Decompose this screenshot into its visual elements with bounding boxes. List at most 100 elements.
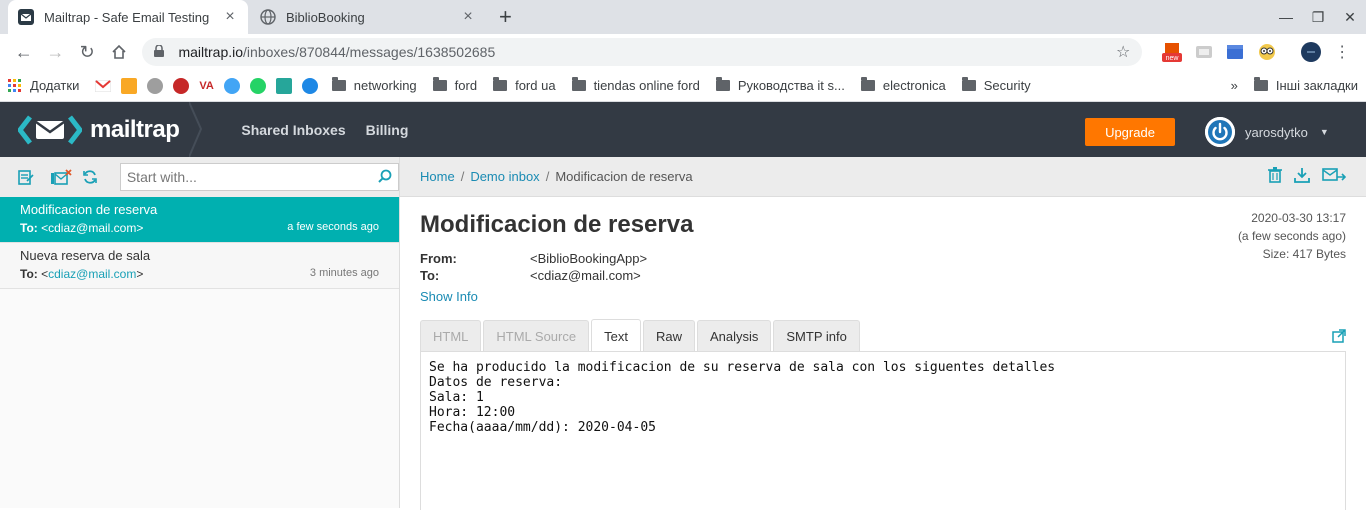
- other-bookmarks-folder[interactable]: Інші закладки: [1253, 77, 1358, 93]
- username: yarosdytko: [1245, 124, 1308, 140]
- whatsapp-bookmark-icon[interactable]: [249, 77, 266, 94]
- tab-text[interactable]: Text: [591, 319, 641, 352]
- bookmark-folder-ford-ua[interactable]: ford ua: [493, 77, 556, 93]
- bookmark-folder-tiendas[interactable]: tiendas online ford: [571, 77, 700, 93]
- forward-icon[interactable]: →: [40, 36, 72, 68]
- message-text-body: Se ha producido la modificacion de su re…: [420, 351, 1346, 510]
- extension-mail-icon[interactable]: [1188, 38, 1220, 66]
- lock-icon: [154, 43, 168, 60]
- close-window-icon[interactable]: ✕: [1334, 9, 1366, 26]
- extension-new-icon[interactable]: new: [1156, 38, 1188, 66]
- mark-read-icon[interactable]: [18, 169, 40, 185]
- browser-tab-mailtrap[interactable]: Mailtrap - Safe Email Testing ×: [8, 0, 248, 34]
- gmail-bookmark-icon[interactable]: [95, 79, 112, 92]
- bookmark-star-icon[interactable]: ☆: [1116, 42, 1130, 62]
- mailtrap-logo[interactable]: mailtrap: [17, 114, 180, 145]
- show-info-link[interactable]: Show Info: [420, 289, 478, 304]
- from-value: <BiblioBookingApp>: [530, 251, 648, 266]
- tab-analysis[interactable]: Analysis: [696, 320, 772, 352]
- main-area: Modificacion de reserva To: <cdiaz@mail.…: [0, 157, 1366, 510]
- nav-billing[interactable]: Billing: [366, 122, 409, 138]
- window-controls: — ❐ ✕: [1270, 0, 1366, 34]
- message-size: Size: 417 Bytes: [1262, 247, 1346, 261]
- header-nav: Shared Inboxes Billing: [241, 122, 428, 138]
- home-icon[interactable]: [103, 36, 135, 68]
- refresh-icon[interactable]: [82, 169, 104, 185]
- forward-mail-icon[interactable]: [1322, 167, 1346, 183]
- star-bookmark-icon[interactable]: [173, 77, 190, 94]
- upgrade-button[interactable]: Upgrade: [1085, 118, 1175, 146]
- browser-tab-title: BiblioBooking: [286, 9, 365, 25]
- extension-box-icon[interactable]: [1220, 38, 1252, 66]
- globe-icon: [260, 9, 276, 25]
- breadcrumb-inbox[interactable]: Demo inbox: [470, 169, 539, 184]
- folder-icon: [961, 77, 976, 91]
- browser-menu-icon[interactable]: ⋮: [1326, 38, 1358, 66]
- close-tab-icon[interactable]: ×: [460, 9, 476, 25]
- mailtrap-logo-icon: [17, 114, 83, 145]
- breadcrumb-current: Modificacion de reserva: [555, 169, 693, 184]
- trash-icon[interactable]: [1268, 167, 1282, 183]
- download-icon[interactable]: [1294, 167, 1310, 183]
- bookmarks-overflow-icon[interactable]: »: [1231, 78, 1238, 93]
- tab-html[interactable]: HTML: [420, 320, 482, 352]
- bookmark-folder-electronica[interactable]: electronica: [860, 77, 946, 93]
- clear-inbox-icon[interactable]: [50, 169, 72, 185]
- message-detail-panel: Home / Demo inbox / Modificacion de rese…: [400, 157, 1366, 510]
- address-bar[interactable]: mailtrap.io/inboxes/870844/messages/1638…: [142, 38, 1143, 66]
- tab-html-source[interactable]: HTML Source: [483, 320, 590, 352]
- tab-raw[interactable]: Raw: [642, 320, 695, 352]
- folder-icon: [331, 77, 346, 91]
- from-field: From: <BiblioBookingApp>: [420, 251, 648, 266]
- bookmark-folder-rukovodstva[interactable]: Руководства it s...: [715, 77, 845, 93]
- bookmark-folder-ford[interactable]: ford: [432, 77, 477, 93]
- to-value: <cdiaz@mail.com>: [530, 268, 641, 283]
- j-bookmark-icon[interactable]: [121, 77, 138, 94]
- tab-smtp-info[interactable]: SMTP info: [773, 320, 860, 352]
- new-tab-icon[interactable]: +: [499, 6, 512, 28]
- browser-tab-bibliobooking[interactable]: BiblioBooking ×: [250, 0, 486, 34]
- folder-icon: [1253, 77, 1268, 91]
- qb-bookmark-icon[interactable]: [223, 77, 240, 94]
- svg-text:new: new: [1166, 55, 1180, 62]
- folder-icon: [493, 77, 508, 91]
- fox-bookmark-icon[interactable]: [147, 77, 164, 94]
- search-box: [119, 163, 399, 191]
- message-view-tabs: HTML HTML Source Text Raw Analysis SMTP …: [420, 319, 862, 352]
- message-list-item[interactable]: Nueva reserva de sala To: <cdiaz@mail.co…: [0, 243, 399, 289]
- mailtrap-favicon-icon: [18, 9, 34, 25]
- restore-icon[interactable]: ❐: [1302, 9, 1334, 26]
- breadcrumb-home[interactable]: Home: [420, 169, 455, 184]
- search-icon[interactable]: [378, 169, 392, 186]
- folder-icon: [860, 77, 875, 91]
- search-input[interactable]: [126, 169, 378, 185]
- va-bookmark-icon[interactable]: VA: [199, 80, 213, 92]
- meet-bookmark-icon[interactable]: [301, 77, 318, 94]
- bookmark-folder-security[interactable]: Security: [961, 77, 1031, 93]
- extension-owl-icon[interactable]: [1251, 38, 1283, 66]
- message-recipient: To: <cdiaz@mail.com>: [20, 221, 144, 235]
- minimize-icon[interactable]: —: [1270, 9, 1302, 25]
- browser-toolbar: ← → ↻ mailtrap.io/inboxes/870844/message…: [0, 34, 1366, 70]
- back-icon[interactable]: ←: [8, 36, 40, 68]
- open-external-icon[interactable]: [1332, 329, 1346, 346]
- bookmark-folder-networking[interactable]: networking: [331, 77, 417, 93]
- green-bookmark-icon[interactable]: [275, 77, 292, 94]
- message-subject: Modificacion de reserva: [20, 202, 158, 217]
- apps-shortcut[interactable]: Додатки: [8, 78, 79, 93]
- close-tab-icon[interactable]: ×: [222, 9, 238, 25]
- message-list-item[interactable]: Modificacion de reserva To: <cdiaz@mail.…: [0, 197, 399, 243]
- url-text: mailtrap.io/inboxes/870844/messages/1638…: [178, 44, 496, 60]
- browser-tab-strip: Mailtrap - Safe Email Testing × BiblioBo…: [0, 0, 1366, 34]
- user-menu[interactable]: yarosdytko ▼: [1205, 117, 1329, 147]
- folder-icon: [715, 77, 730, 91]
- profile-avatar-icon[interactable]: [1295, 38, 1327, 66]
- message-list-toolbar: [0, 157, 399, 197]
- folder-icon: [571, 77, 586, 91]
- to-field: To: <cdiaz@mail.com>: [420, 268, 641, 283]
- message-meta: 2020-03-30 13:17 (a few seconds ago) Siz…: [1238, 209, 1346, 263]
- reload-icon[interactable]: ↻: [71, 36, 103, 68]
- breadcrumb: Home / Demo inbox / Modificacion de rese…: [400, 157, 1366, 197]
- message-recipient: To: <cdiaz@mail.com>: [20, 267, 144, 281]
- nav-shared-inboxes[interactable]: Shared Inboxes: [241, 122, 345, 138]
